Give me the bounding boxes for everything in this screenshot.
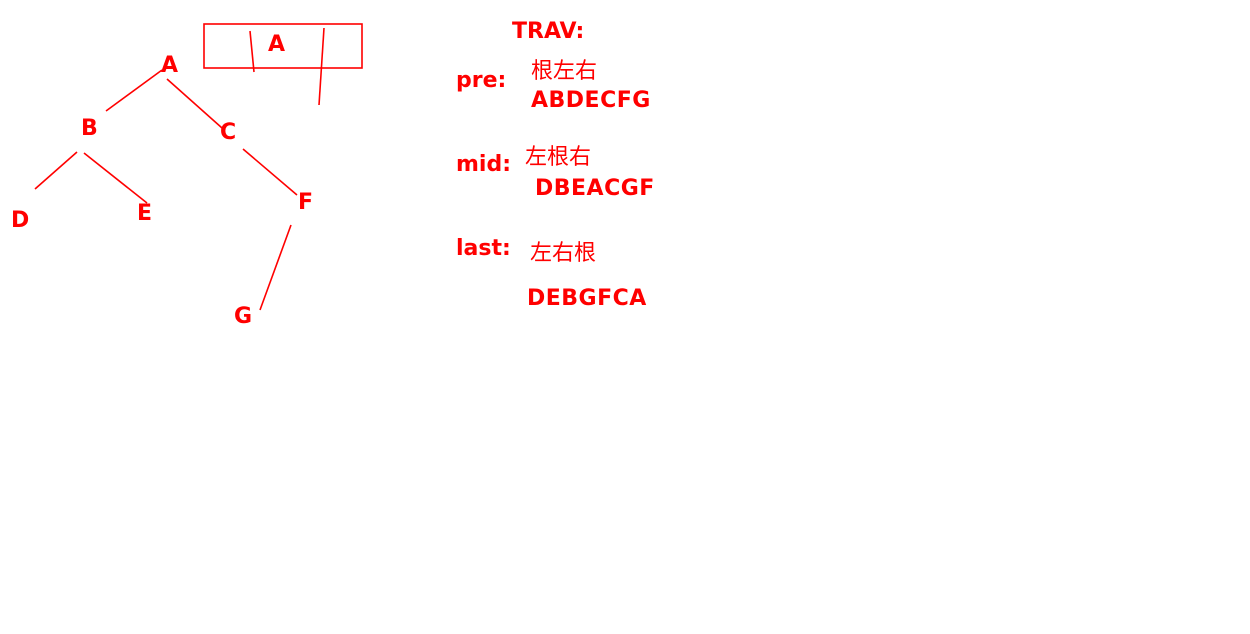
pre-sequence: ABDECFG: [531, 88, 651, 113]
last-order-rule: 左右根: [530, 241, 597, 266]
tree-node-c: C: [220, 120, 237, 145]
box-right-pointer: [318, 27, 325, 106]
tree-node-d: D: [11, 208, 30, 233]
edge-a-c: [166, 78, 223, 129]
edge-b-e: [83, 152, 148, 204]
node-box-label: A: [268, 32, 286, 57]
tree-node-f: F: [298, 190, 314, 215]
tree-node-g: G: [234, 304, 253, 329]
mid-label: mid:: [456, 152, 512, 177]
tree-node-e: E: [137, 201, 153, 226]
mid-sequence: DBEACGF: [535, 176, 655, 201]
box-left-pointer: [249, 30, 255, 73]
traversal-title: TRAV:: [512, 19, 585, 44]
pre-label: pre:: [456, 68, 507, 93]
pre-order-rule: 根左右: [531, 59, 598, 84]
tree-node-b: B: [81, 116, 98, 141]
last-sequence: DEBGFCA: [527, 286, 647, 311]
edge-b-d: [34, 151, 78, 190]
mid-order-rule: 左根右: [525, 145, 592, 170]
tree-node-a: A: [161, 53, 179, 78]
last-label: last:: [456, 236, 511, 261]
edge-a-b: [105, 69, 163, 112]
edge-c-f: [242, 148, 298, 196]
edge-f-g: [259, 224, 292, 311]
